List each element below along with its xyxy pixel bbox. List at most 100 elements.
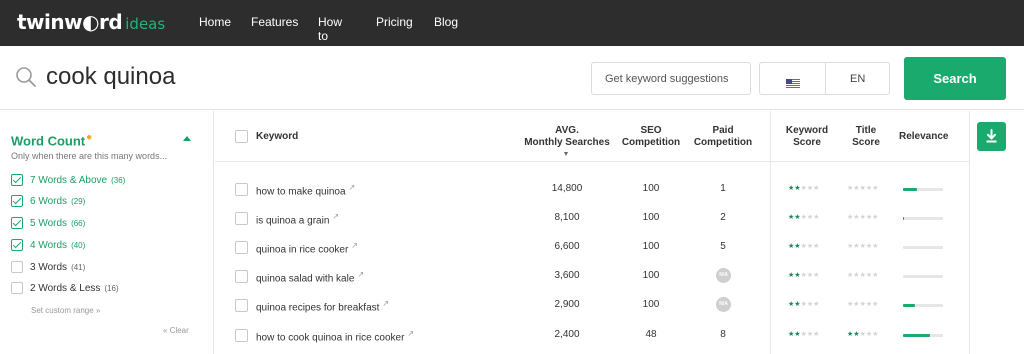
checkbox-unchecked[interactable] [11, 282, 23, 294]
checkbox-checked[interactable] [11, 195, 23, 207]
keyword-cell[interactable]: quinoa in rice cooker ↗ [256, 241, 358, 255]
option-label: 5 Words [30, 217, 68, 229]
external-link-icon[interactable]: ↗ [349, 183, 356, 192]
nav-item-home[interactable]: Home [199, 15, 231, 29]
column-header-seo-competition[interactable]: SEO Competition [616, 125, 686, 149]
column-header-relevance[interactable]: Relevance [899, 131, 948, 143]
paid-competition-na-badge: N/A [716, 297, 731, 312]
row-checkbox[interactable] [235, 270, 248, 283]
star-empty-icon: ★ [872, 301, 879, 308]
seo-competition-cell: 48 [645, 329, 657, 340]
paid-competition-cell: 1 [720, 183, 726, 194]
monthly-searches-cell: 2,900 [554, 299, 580, 310]
external-link-icon[interactable]: ↗ [351, 241, 358, 250]
keyword-cell[interactable]: quinoa salad with kale ↗ [256, 270, 364, 284]
external-link-icon[interactable]: ↗ [332, 212, 339, 221]
table-row: how to cook quinoa in rice cooker ↗ 2,400 4… [215, 321, 969, 350]
nav-item-pricing[interactable]: Pricing [376, 15, 413, 29]
row-checkbox[interactable] [235, 241, 248, 254]
row-checkbox[interactable] [235, 329, 248, 342]
keyword-text: quinoa recipes for breakfast [256, 302, 380, 314]
option-count: (41) [71, 262, 86, 272]
required-star-icon: ● [86, 132, 93, 143]
external-link-icon[interactable]: ↗ [382, 299, 389, 308]
clear-filter-link[interactable]: « Clear [163, 326, 189, 335]
monthly-searches-cell: 3,600 [554, 270, 580, 281]
seo-competition-cell: 100 [642, 212, 660, 223]
seo-header-line1: SEO [640, 125, 662, 136]
column-header-title-score[interactable]: Title Score [836, 125, 896, 149]
nav-item-features[interactable]: Features [251, 15, 298, 29]
nav-item-how-to[interactable]: How to [318, 15, 342, 43]
monthly-searches-cell: 8,100 [554, 212, 580, 223]
search-button[interactable]: Search [904, 57, 1006, 100]
column-header-keyword-score[interactable]: Keyword Score [771, 125, 843, 149]
top-navigation-bar: twinw◐rd ideas Home Features How to Pric… [0, 0, 1024, 46]
language-selector[interactable]: EN [850, 73, 865, 85]
title-score-stars: ★★★★★ [847, 213, 878, 221]
logo-main-text: twinw◐rd [17, 10, 123, 34]
table-row: quinoa in rice cooker ↗ 6,600 100 5 ★★★★★ ★★★★… [215, 233, 969, 262]
table-row: is quinoa a grain ↗ 8,100 100 2 ★★★★★ ★★★★★ [215, 204, 969, 233]
locale-divider [825, 63, 826, 94]
external-link-icon[interactable]: ↗ [407, 329, 414, 338]
paid-competition-cell: 8 [720, 329, 726, 340]
keyword-score-stars: ★★★★★ [788, 242, 819, 250]
word-count-title: Word Count● [11, 132, 92, 148]
kw-score-header-line1: Keyword [785, 125, 829, 136]
locale-selector[interactable]: EN [759, 62, 890, 95]
sort-desc-icon[interactable] [564, 152, 568, 156]
keyword-score-stars: ★★★★★ [788, 213, 819, 221]
word-count-option[interactable]: 4 Words (40) [11, 237, 85, 253]
download-button[interactable] [977, 122, 1006, 151]
option-count: (16) [104, 283, 119, 293]
keyword-text: quinoa in rice cooker [256, 244, 349, 256]
keyword-text: how to make quinoa [256, 186, 346, 198]
relevance-bar [903, 275, 943, 278]
search-query-input[interactable]: cook quinoa [46, 63, 175, 91]
select-all-checkbox[interactable] [235, 130, 248, 143]
column-header-keyword[interactable]: Keyword [256, 131, 298, 143]
keyword-cell[interactable]: is quinoa a grain ↗ [256, 212, 339, 226]
set-custom-range-link[interactable]: Set custom range » [31, 306, 100, 315]
checkbox-checked[interactable] [11, 239, 23, 251]
column-header-paid-competition[interactable]: Paid Competition [688, 125, 758, 149]
word-count-option[interactable]: 7 Words & Above (36) [11, 172, 125, 188]
keyword-cell[interactable]: how to cook quinoa in rice cooker ↗ [256, 329, 414, 343]
relevance-bar-fill [903, 334, 930, 337]
avg-header-line2: Monthly Searches [524, 137, 610, 148]
filter-sidebar: Word Count● Only when there are this man… [0, 111, 214, 354]
header-divider [215, 161, 969, 162]
row-checkbox[interactable] [235, 212, 248, 225]
monthly-searches-cell: 2,400 [554, 329, 580, 340]
nav-item-blog[interactable]: Blog [434, 15, 458, 29]
word-count-subtitle: Only when there are this many words... [11, 151, 168, 161]
row-checkbox[interactable] [235, 299, 248, 312]
external-link-icon[interactable]: ↗ [357, 270, 364, 279]
option-label: 2 Words & Less [30, 282, 101, 294]
word-count-option[interactable]: 6 Words (29) [11, 193, 85, 209]
keyword-text: how to cook quinoa in rice cooker [256, 332, 405, 344]
star-empty-icon: ★ [813, 214, 820, 221]
table-row: how to make quinoa ↗ 14,800 100 1 ★★★★★ ★★★★★ [215, 175, 969, 204]
collapse-caret-icon[interactable] [183, 136, 191, 141]
word-count-option[interactable]: 5 Words (66) [11, 215, 85, 231]
column-header-avg-searches[interactable]: AVG. Monthly Searches [517, 125, 617, 149]
keyword-cell[interactable]: quinoa recipes for breakfast ↗ [256, 299, 389, 313]
checkbox-checked[interactable] [11, 217, 23, 229]
monthly-searches-cell: 6,600 [554, 241, 580, 252]
word-count-option[interactable]: 3 Words (41) [11, 259, 85, 275]
keyword-cell[interactable]: how to make quinoa ↗ [256, 183, 355, 197]
logo[interactable]: twinw◐rd ideas [17, 10, 165, 34]
checkbox-unchecked[interactable] [11, 261, 23, 273]
keyword-score-stars: ★★★★★ [788, 184, 819, 192]
checkbox-checked[interactable] [11, 174, 23, 186]
row-checkbox[interactable] [235, 183, 248, 196]
star-empty-icon: ★ [872, 243, 879, 250]
option-label: 3 Words [30, 261, 68, 273]
star-empty-icon: ★ [813, 301, 820, 308]
keyword-suggestions-dropdown[interactable]: Get keyword suggestions [591, 62, 751, 95]
relevance-bar [903, 304, 943, 307]
us-flag-icon[interactable] [786, 75, 800, 88]
word-count-option[interactable]: 2 Words & Less (16) [11, 280, 119, 296]
